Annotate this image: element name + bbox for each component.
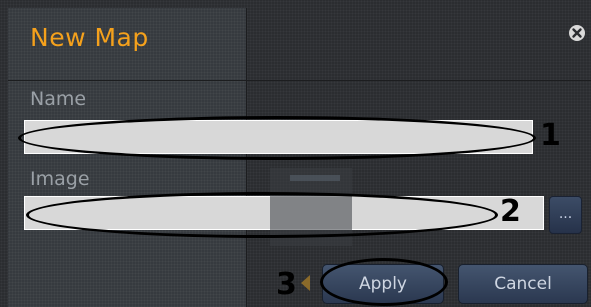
image-label: Image xyxy=(30,168,90,190)
cancel-button[interactable]: Cancel xyxy=(458,264,588,304)
panel-divider xyxy=(246,8,247,307)
image-preview-bar xyxy=(290,175,340,181)
dialog-title: New Map xyxy=(30,23,149,52)
new-map-dialog: New Map Name Image ... Apply Cancel 1 2 … xyxy=(0,0,591,307)
name-label: Name xyxy=(30,88,87,110)
annotation-number-2: 2 xyxy=(500,194,521,229)
apply-button[interactable]: Apply xyxy=(322,264,444,304)
header-divider xyxy=(8,80,591,81)
browse-button[interactable]: ... xyxy=(549,196,582,234)
annotation-number-3: 3 xyxy=(276,267,297,302)
annotation-number-1: 1 xyxy=(540,118,561,153)
close-icon[interactable] xyxy=(568,24,586,42)
dialog-left-panel xyxy=(8,8,246,307)
name-input[interactable] xyxy=(24,120,533,154)
left-arrow-icon xyxy=(301,275,310,291)
